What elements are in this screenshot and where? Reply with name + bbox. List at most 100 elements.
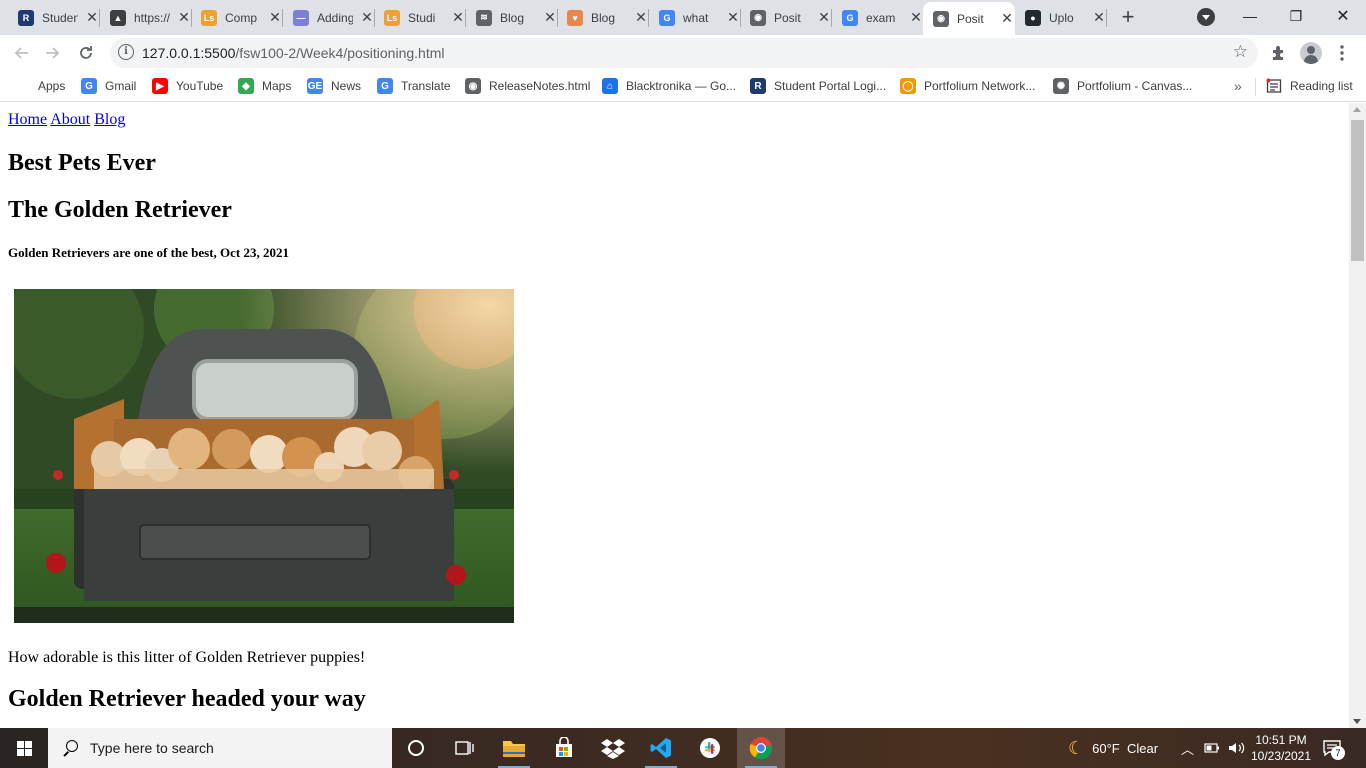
minimize-button[interactable]: — [1227, 4, 1273, 28]
tab-separator [1106, 9, 1107, 27]
tab-favicon-icon: ▲ [110, 9, 126, 26]
nav-link-home[interactable]: Home [8, 111, 47, 128]
url-text[interactable]: 127.0.0.1:5500/fsw100-2/Week4/positionin… [142, 45, 445, 61]
tab-search-icon[interactable] [1197, 8, 1215, 26]
action-center-button[interactable]: 7 [1322, 738, 1345, 760]
section-heading: Golden Retriever headed your way [8, 686, 366, 712]
new-tab-button[interactable]: + [1116, 6, 1140, 30]
tab-close-icon[interactable]: ✕ [725, 9, 741, 26]
restore-button[interactable]: ❐ [1273, 4, 1319, 28]
scroll-down-arrow-icon[interactable] [1353, 719, 1361, 724]
site-nav: Home About Blog [8, 111, 125, 129]
menu-button[interactable] [1331, 42, 1353, 64]
scroll-up-arrow-icon[interactable] [1353, 107, 1361, 112]
browser-tab[interactable]: Gwhat ✕ [649, 0, 741, 35]
task-view-button[interactable] [440, 728, 488, 768]
tab-close-icon[interactable]: ✕ [542, 9, 558, 26]
reading-list-button[interactable]: Reading list [1266, 76, 1353, 96]
site-info-icon[interactable]: i [118, 44, 134, 60]
browser-tab[interactable]: R Student Portal ✕ [8, 0, 100, 35]
tab-title: what [683, 10, 709, 25]
notification-badge: 7 [1331, 746, 1345, 760]
browser-tab[interactable]: ◉ Posit ✕ [740, 0, 832, 35]
tab-close-icon[interactable]: ✕ [84, 9, 100, 26]
volume-icon[interactable] [1228, 741, 1246, 755]
file-explorer-button[interactable] [490, 728, 538, 768]
bookmark-item[interactable]: ✺ Portfolium - Canvas... [1053, 76, 1192, 96]
browser-tab[interactable]: Ls Studi ✕ [374, 0, 466, 35]
task-view-icon [455, 741, 474, 755]
bookmark-star-icon[interactable]: ☆ [1233, 42, 1248, 62]
tab-close-icon[interactable]: ✕ [908, 9, 924, 26]
tab-close-icon[interactable]: ✕ [267, 9, 283, 26]
bookmarks-divider [1255, 78, 1256, 96]
cortana-button[interactable] [392, 728, 440, 768]
browser-tab[interactable]: Gexam ✕ [832, 0, 924, 35]
browser-tab[interactable]: ≋ Blog ✕ [466, 0, 558, 35]
tab-title: Student Portal [42, 10, 78, 25]
vscode-button[interactable] [637, 728, 685, 768]
start-button[interactable] [0, 728, 48, 768]
reload-button[interactable] [73, 40, 99, 66]
scrollbar-thumb[interactable] [1351, 120, 1364, 261]
battery-icon[interactable] [1204, 742, 1220, 754]
dropbox-button[interactable] [589, 728, 637, 768]
profile-button[interactable] [1300, 42, 1322, 64]
nav-link-blog[interactable]: Blog [94, 111, 125, 128]
tab-title: Adding [317, 10, 353, 25]
chrome-button[interactable] [737, 728, 785, 768]
tab-close-icon[interactable]: ✕ [450, 9, 466, 26]
weather-widget[interactable]: ☾ 60°F Clear [1068, 728, 1158, 768]
browser-tab[interactable]: ▲ https:// ✕ [100, 0, 192, 35]
more-bookmarks-button[interactable]: » [1234, 78, 1242, 94]
browser-tab[interactable]: ● Uplo ✕ [1015, 0, 1107, 35]
browser-tab[interactable]: ◉ Posit ✕ [923, 2, 1015, 35]
forward-button[interactable] [40, 40, 66, 66]
tab-favicon-icon: ◉ [933, 10, 949, 27]
bookmark-item[interactable]: ⌂ Blacktronika — Go... [602, 76, 736, 96]
taskbar-search-box[interactable]: Type here to search [48, 728, 392, 768]
tab-close-icon[interactable]: ✕ [176, 9, 192, 26]
browser-tab[interactable]: — Adding ✕ [283, 0, 375, 35]
portfolium-icon: ◯ [900, 78, 916, 94]
bookmark-item[interactable]: ◯ Portfolium Network... [900, 76, 1035, 96]
bookmark-label: Apps [38, 79, 66, 93]
bookmark-item[interactable]: ◆ Maps [238, 76, 291, 96]
page-scrollbar[interactable] [1349, 103, 1366, 728]
extensions-button[interactable] [1268, 42, 1290, 64]
bookmark-item[interactable]: GE News [307, 76, 361, 96]
show-hidden-icons-chevron-icon[interactable]: ︿ [1181, 739, 1194, 758]
microsoft-store-button[interactable] [540, 728, 588, 768]
back-arrow-icon [14, 47, 28, 59]
nav-link-about[interactable]: About [50, 111, 90, 128]
bookmark-item[interactable]: G Translate [377, 76, 451, 96]
tab-close-icon[interactable]: ✕ [1091, 9, 1107, 26]
bookmark-item[interactable]: ▶ YouTube [152, 76, 223, 96]
bookmark-label: Translate [401, 79, 451, 93]
tab-close-icon[interactable]: ✕ [359, 9, 375, 26]
bookmark-item[interactable]: R Student Portal Logi... [750, 76, 886, 96]
moon-icon: ☾ [1068, 737, 1085, 758]
bookmark-item[interactable]: ◉ ReleaseNotes.html [465, 76, 590, 96]
slack-icon [700, 738, 720, 758]
browser-tab[interactable]: ♥ Blog ✕ [557, 0, 649, 35]
bookmark-label: Maps [262, 79, 292, 93]
tab-title: https:// [134, 10, 170, 25]
tab-close-icon[interactable]: ✕ [633, 9, 649, 26]
close-window-button[interactable]: ✕ [1320, 4, 1366, 28]
article-title: The Golden Retriever [8, 197, 232, 223]
browser-tab[interactable]: Ls Comp ✕ [191, 0, 283, 35]
globe-icon: ◉ [465, 78, 481, 94]
tab-favicon-icon: — [293, 9, 309, 26]
address-bar[interactable]: i 127.0.0.1:5500/fsw100-2/Week4/position… [110, 38, 1258, 68]
canvas-icon: ✺ [1053, 78, 1069, 94]
bookmark-item[interactable]: G Gmail [81, 76, 136, 96]
tab-close-icon[interactable]: ✕ [816, 9, 832, 26]
tab-title: Studi [408, 10, 436, 25]
tab-favicon-icon: ♥ [567, 9, 583, 26]
back-button[interactable] [8, 40, 34, 66]
slack-button[interactable] [686, 728, 734, 768]
bookmark-item[interactable]: Apps [14, 76, 65, 96]
tab-close-icon[interactable]: ✕ [999, 10, 1015, 27]
taskbar-clock[interactable]: 10:51 PM 10/23/2021 [1246, 732, 1316, 764]
